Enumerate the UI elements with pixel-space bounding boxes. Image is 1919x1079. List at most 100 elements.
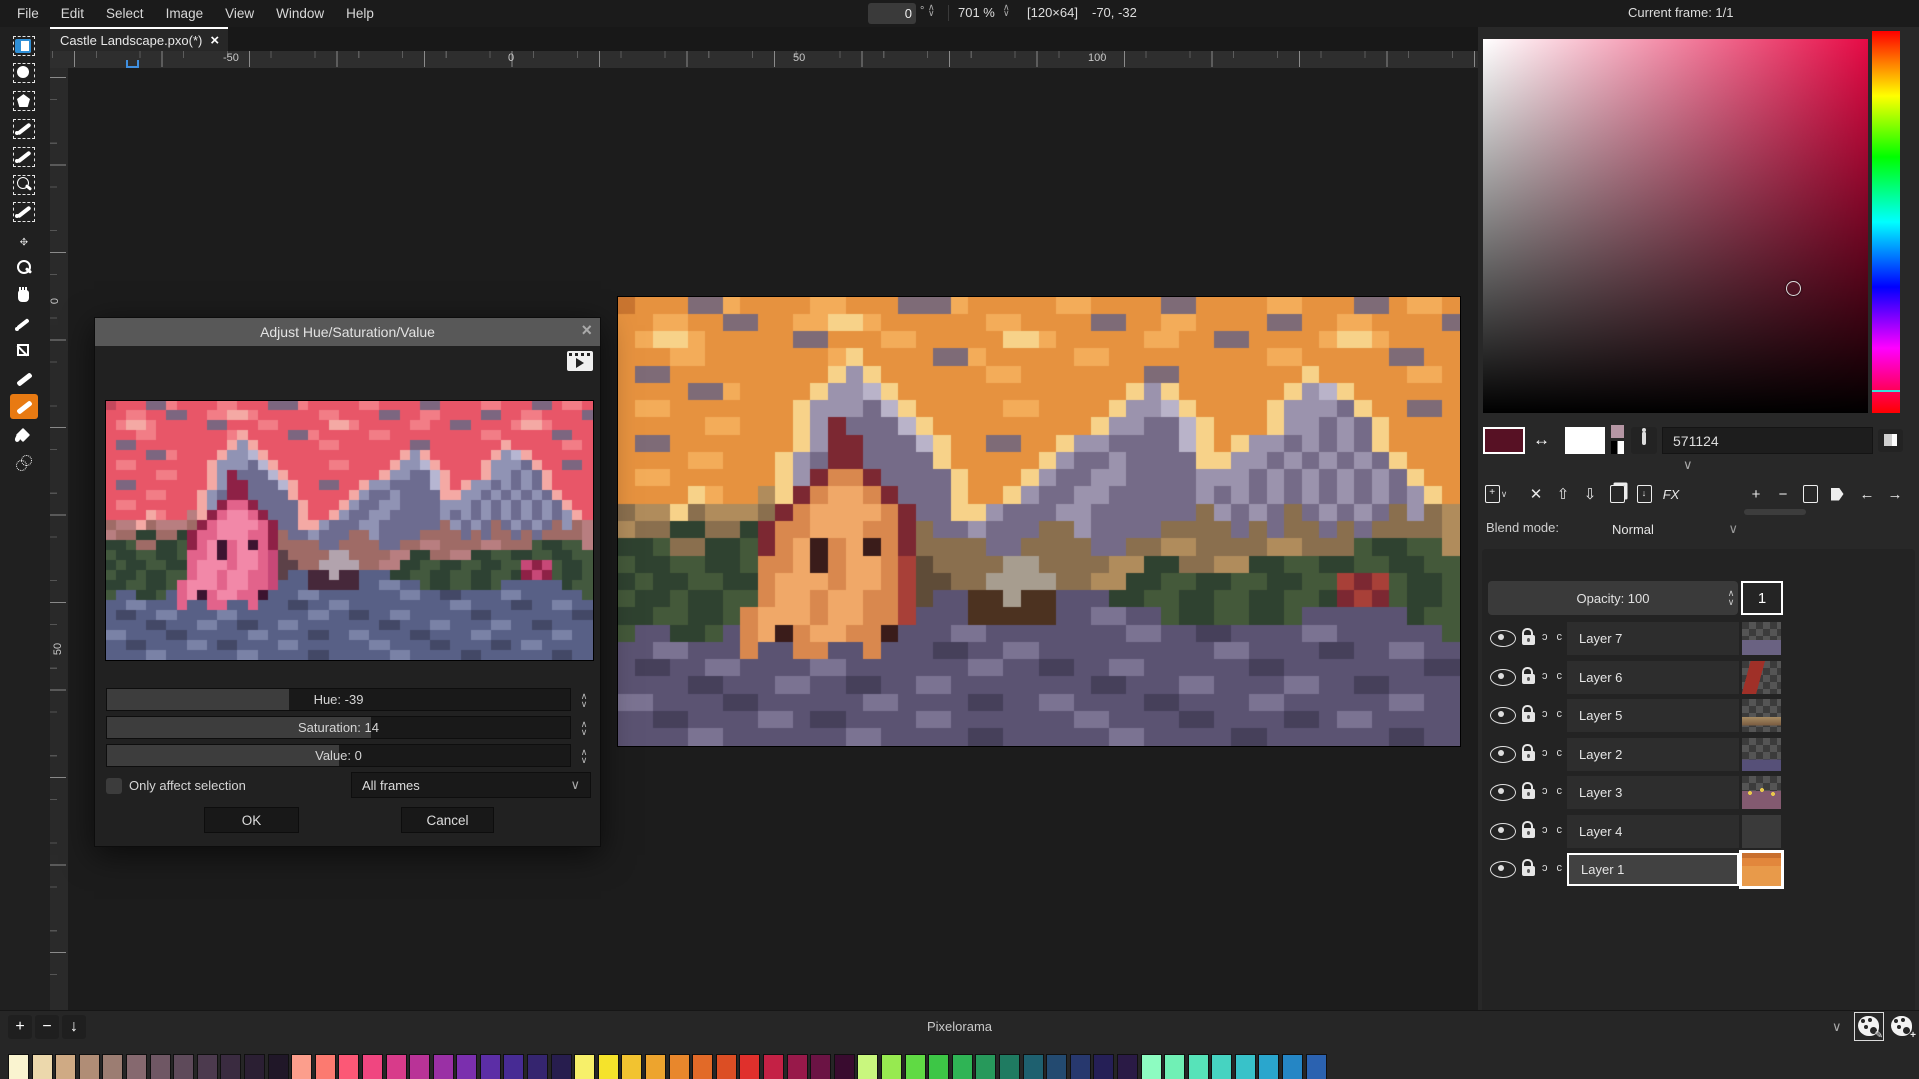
tool-polygon-select[interactable]	[10, 89, 38, 114]
palette-swatch[interactable]	[244, 1054, 265, 1079]
palette-swatch[interactable]	[433, 1054, 454, 1079]
lock-icon[interactable]	[1522, 751, 1535, 761]
visibility-eye-icon[interactable]	[1490, 823, 1516, 840]
layer-name[interactable]: Layer 5	[1567, 699, 1739, 732]
palette-swatch[interactable]	[787, 1054, 808, 1079]
color-cursor[interactable]	[1786, 281, 1801, 296]
layer-thumbnail[interactable]	[1742, 853, 1781, 886]
visibility-eye-icon[interactable]	[1490, 861, 1516, 878]
new-palette-icon[interactable]: +	[1888, 1013, 1916, 1040]
palette-swatch[interactable]	[220, 1054, 241, 1079]
dialog-title[interactable]: Adjust Hue/Saturation/Value ×	[95, 318, 600, 346]
layer-name[interactable]: Layer 4	[1567, 815, 1739, 848]
menu-item-file[interactable]: File	[8, 2, 48, 25]
tool-color-select[interactable]	[10, 116, 38, 141]
hex-color-input[interactable]: 571124	[1662, 427, 1873, 454]
palette-swatch[interactable]	[32, 1054, 53, 1079]
slider-spinner[interactable]: ∧∨	[577, 716, 591, 739]
lock-icon[interactable]	[1522, 712, 1535, 722]
cel-link-icon[interactable]: ɔ c	[1542, 747, 1565, 759]
clone-layer-button[interactable]	[1605, 482, 1629, 506]
tool-crop[interactable]	[10, 339, 38, 364]
cel-link-icon[interactable]: ɔ c	[1542, 631, 1565, 643]
menu-item-image[interactable]: Image	[157, 2, 213, 25]
tool-paint-select[interactable]	[10, 200, 38, 225]
palette-swatch[interactable]	[1235, 1054, 1256, 1079]
layer-row-layer-1[interactable]: ɔ cLayer 1	[1482, 853, 1915, 886]
lock-icon[interactable]	[1522, 828, 1535, 838]
slider-hue[interactable]: Hue: -39	[106, 688, 571, 711]
add-frame-button[interactable]: +	[1744, 482, 1768, 506]
palette-swatch[interactable]	[1117, 1054, 1138, 1079]
tool-pan[interactable]	[10, 283, 38, 308]
cel-link-icon[interactable]: ɔ c	[1542, 670, 1565, 682]
palette-swatch[interactable]	[881, 1054, 902, 1079]
lock-icon[interactable]	[1522, 789, 1535, 799]
raise-layer-button[interactable]: ⇧	[1551, 482, 1575, 506]
menu-item-window[interactable]: Window	[267, 2, 333, 25]
ok-button[interactable]: OK	[204, 807, 299, 833]
move-frame-right-button[interactable]: →	[1883, 482, 1907, 506]
palette-swatch[interactable]	[8, 1054, 29, 1079]
default-colors-swatch[interactable]	[1611, 441, 1624, 454]
slider-saturation[interactable]: Saturation: 14	[106, 716, 571, 739]
palette-swatch[interactable]	[362, 1054, 383, 1079]
tool-magic-wand[interactable]	[10, 144, 38, 169]
slider-spinner[interactable]: ∧∨	[577, 688, 591, 711]
lock-icon[interactable]	[1522, 635, 1535, 645]
tool-bucket[interactable]	[10, 422, 38, 447]
palette-swatch[interactable]	[551, 1054, 572, 1079]
lock-icon[interactable]	[1522, 866, 1535, 876]
tool-eraser[interactable]	[10, 394, 38, 419]
recent-color-swatch[interactable]	[1611, 425, 1624, 438]
layer-row-layer-4[interactable]: ɔ cLayer 4	[1482, 815, 1915, 848]
palette-swatch[interactable]	[1046, 1054, 1067, 1079]
visibility-eye-icon[interactable]	[1490, 746, 1516, 763]
menu-item-view[interactable]: View	[216, 2, 263, 25]
layer-name[interactable]: Layer 3	[1567, 776, 1739, 809]
palette-swatch[interactable]	[386, 1054, 407, 1079]
opacity-slider[interactable]: Opacity: 100	[1488, 581, 1738, 615]
palette-swatch[interactable]	[574, 1054, 595, 1079]
visibility-eye-icon[interactable]	[1490, 630, 1516, 647]
palette-swatch[interactable]	[669, 1054, 690, 1079]
edit-palette-icon[interactable]: ✎	[1855, 1013, 1883, 1040]
tab-castle-landscape[interactable]: Castle Landscape.pxo(*) ×	[50, 27, 228, 51]
primary-color-swatch[interactable]	[1483, 427, 1525, 454]
layer-row-layer-5[interactable]: ɔ cLayer 5	[1482, 699, 1915, 732]
tool-color-picker[interactable]	[10, 311, 38, 336]
palette-swatch[interactable]	[527, 1054, 548, 1079]
palette-swatch[interactable]	[456, 1054, 477, 1079]
palette-swatch[interactable]	[928, 1054, 949, 1079]
menu-item-edit[interactable]: Edit	[52, 2, 93, 25]
palette-swatch[interactable]	[905, 1054, 926, 1079]
palette-swatch[interactable]	[79, 1054, 100, 1079]
palette-swatch[interactable]	[810, 1054, 831, 1079]
tool-move[interactable]: ↔↕	[10, 228, 38, 253]
palette-swatch[interactable]	[621, 1054, 642, 1079]
palette-swatch[interactable]	[952, 1054, 973, 1079]
menu-item-help[interactable]: Help	[337, 2, 383, 25]
palette-swatch[interactable]	[645, 1054, 666, 1079]
palette-swatch[interactable]	[55, 1054, 76, 1079]
slider-spinner[interactable]: ∧∨	[577, 744, 591, 767]
palette-swatch[interactable]	[409, 1054, 430, 1079]
palette-swatch[interactable]	[338, 1054, 359, 1079]
lower-layer-button[interactable]: ⇩	[1578, 482, 1602, 506]
palette-swatch[interactable]	[834, 1054, 855, 1079]
cel-link-icon[interactable]: ɔ c	[1542, 785, 1565, 797]
palette-swatch[interactable]	[150, 1054, 171, 1079]
cel-link-icon[interactable]: ɔ c	[1542, 824, 1565, 836]
zoom-spinner[interactable]: ∧∨	[1003, 5, 1010, 17]
palette-swatch[interactable]	[598, 1054, 619, 1079]
frames-dropdown[interactable]: All frames ∨	[351, 772, 591, 798]
secondary-color-swatch[interactable]	[1565, 427, 1605, 454]
layer-name[interactable]: Layer 6	[1567, 661, 1739, 694]
pixel-canvas[interactable]	[618, 297, 1460, 746]
layer-thumbnail[interactable]	[1742, 622, 1781, 655]
clone-frame-button[interactable]	[1798, 482, 1822, 506]
timeline-scrollbar[interactable]	[1744, 509, 1806, 515]
hue-cursor[interactable]	[1872, 390, 1900, 392]
tab-close-icon[interactable]: ×	[210, 32, 219, 49]
visibility-eye-icon[interactable]	[1490, 669, 1516, 686]
